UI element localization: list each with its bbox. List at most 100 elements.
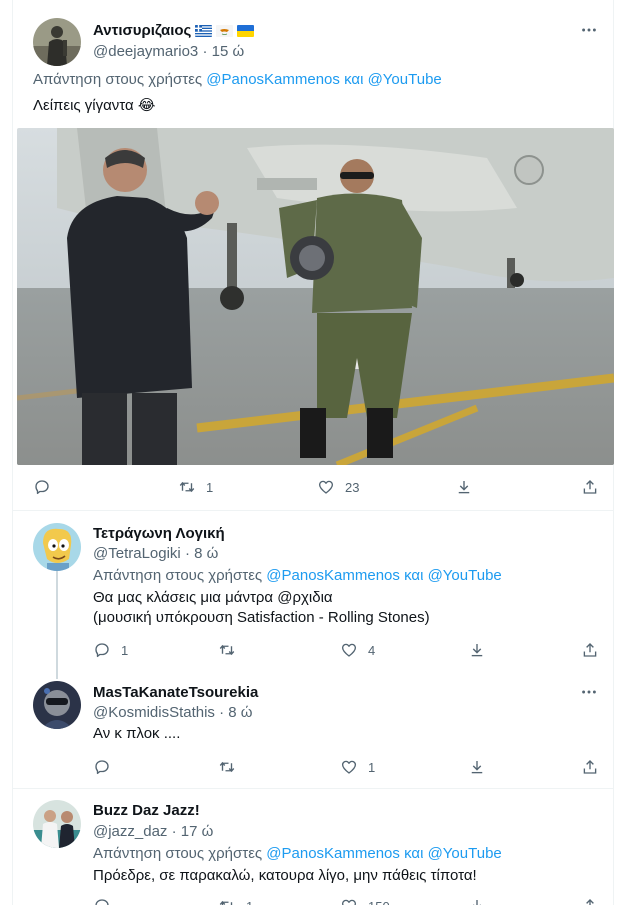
- timestamp[interactable]: 15 ώ: [212, 43, 245, 60]
- display-name-row: MasTaKanateTsourekia: [93, 684, 258, 701]
- timestamp[interactable]: 8 ώ: [194, 545, 218, 562]
- download-icon: [458, 481, 470, 494]
- download-button[interactable]: [455, 478, 473, 496]
- handle-row: @jazz_daz · 17 ώ: [93, 823, 213, 840]
- reply-button[interactable]: [93, 897, 121, 905]
- retweet-button[interactable]: 1: [218, 897, 253, 905]
- mention-link[interactable]: @YouTube: [428, 845, 502, 862]
- share-icon: [583, 480, 597, 494]
- timestamp[interactable]: 17 ώ: [181, 823, 214, 840]
- timestamp[interactable]: 8 ώ: [228, 704, 252, 721]
- download-icon: [473, 900, 481, 905]
- handle-row: @deejaymario3 · 15 ώ: [93, 43, 244, 60]
- like-button[interactable]: 4: [340, 641, 375, 659]
- mention-link[interactable]: @PanosKammenos: [206, 71, 340, 88]
- retweet-button[interactable]: [218, 758, 246, 776]
- share-icon: [583, 643, 597, 657]
- download-button[interactable]: [468, 641, 486, 659]
- retweet-icon: [219, 900, 233, 905]
- reply-prefix: Απάντηση στους χρήστες: [93, 567, 263, 584]
- tweet-text-line-1: Θα μας κλάσεις μια μάντρα @ρχιδια: [93, 589, 333, 606]
- more-options-icon[interactable]: [579, 682, 599, 702]
- reply-and[interactable]: και: [404, 567, 423, 584]
- display-name[interactable]: MasTaKanateTsourekia: [93, 684, 258, 701]
- tweet-2[interactable]: Τετράγωνη Λογική @TetraLogiki · 8 ώ Απάν…: [13, 511, 613, 679]
- share-button[interactable]: [581, 478, 599, 496]
- separator: ·: [184, 545, 190, 562]
- display-name[interactable]: Τετράγωνη Λογική: [93, 525, 225, 542]
- like-button[interactable]: 150: [340, 897, 390, 905]
- heart-icon: [341, 760, 357, 774]
- heart-icon: [318, 480, 334, 494]
- share-icon: [586, 899, 594, 905]
- like-count: 150: [368, 899, 390, 905]
- reply-context: Απάντηση στους χρήστες @PanosKammenos κα…: [33, 71, 442, 88]
- tweet-text: Λείπεις γίγαντα 😂: [33, 97, 156, 114]
- handle-row: @TetraLogiki · 8 ώ: [93, 545, 218, 562]
- separator: ·: [219, 704, 225, 721]
- retweet-count: 1: [206, 479, 214, 495]
- avatar[interactable]: [33, 18, 81, 66]
- reply-prefix: Απάντηση στους χρήστες: [93, 845, 263, 862]
- avatar[interactable]: [33, 681, 81, 729]
- share-button[interactable]: [581, 897, 599, 905]
- tweet-1[interactable]: Αντισυριζαιος @deejaymario3 · 15 ώ Απάντ…: [13, 0, 614, 512]
- reply-button[interactable]: [93, 758, 121, 776]
- retweet-icon: [219, 761, 235, 773]
- thread-line: [56, 569, 58, 679]
- display-name-row: Τετράγωνη Λογική: [93, 525, 225, 542]
- display-name[interactable]: Αντισυριζαιος: [93, 22, 191, 39]
- heart-icon: [341, 899, 357, 905]
- greece-flag-icon: [195, 24, 213, 37]
- more-options-icon[interactable]: [579, 20, 599, 40]
- reply-and[interactable]: και: [404, 845, 423, 862]
- comment-icon: [35, 480, 49, 495]
- display-name[interactable]: Buzz Daz Jazz!: [93, 802, 200, 819]
- retweet-icon: [179, 481, 195, 493]
- heart-icon: [341, 643, 357, 657]
- like-button[interactable]: 23: [317, 478, 359, 496]
- tweet-photo[interactable]: [17, 128, 614, 465]
- like-count: 4: [368, 642, 376, 658]
- reply-button[interactable]: 1: [93, 641, 128, 659]
- tweet-text: Αν κ πλοκ ....: [93, 725, 181, 742]
- separator: ·: [202, 43, 208, 60]
- handle[interactable]: @TetraLogiki: [93, 545, 181, 562]
- tweet-text-line-2: (μουσική υπόκρουση Satisfaction - Rollin…: [93, 609, 430, 626]
- mention-link[interactable]: @YouTube: [368, 71, 442, 88]
- download-icon: [471, 761, 483, 774]
- mention-link[interactable]: @PanosKammenos: [266, 567, 400, 584]
- reply-and[interactable]: και: [344, 71, 363, 88]
- handle[interactable]: @jazz_daz: [93, 823, 167, 840]
- mention-link[interactable]: @PanosKammenos: [266, 845, 400, 862]
- reply-button[interactable]: [33, 478, 61, 496]
- avatar[interactable]: [33, 523, 81, 571]
- tweet-4[interactable]: Buzz Daz Jazz! @jazz_daz · 17 ώ Απάντηση…: [13, 789, 613, 905]
- comment-icon: [95, 643, 109, 658]
- download-icon: [471, 644, 483, 657]
- retweet-count: 1: [246, 899, 253, 905]
- display-name-row: Αντισυριζαιος: [93, 22, 255, 39]
- display-name-row: Buzz Daz Jazz!: [93, 802, 200, 819]
- download-button[interactable]: [468, 758, 486, 776]
- retweet-button[interactable]: [218, 641, 246, 659]
- download-button[interactable]: [468, 897, 486, 905]
- cyprus-flag-icon: [216, 24, 234, 37]
- like-button[interactable]: 1: [340, 758, 375, 776]
- comment-icon: [95, 899, 109, 905]
- avatar[interactable]: [33, 800, 81, 848]
- mention-link[interactable]: @YouTube: [428, 567, 502, 584]
- like-count: 23: [345, 479, 360, 495]
- reply-context: Απάντηση στους χρήστες @PanosKammenos κα…: [93, 567, 502, 584]
- handle-row: @KosmidisStathis · 8 ώ: [93, 704, 253, 721]
- tweet-actions: 1 23: [33, 478, 597, 498]
- share-button[interactable]: [581, 641, 599, 659]
- tweet-3[interactable]: MasTaKanateTsourekia @KosmidisStathis · …: [13, 671, 613, 788]
- share-button[interactable]: [581, 758, 599, 776]
- retweet-button[interactable]: 1: [178, 478, 213, 496]
- handle[interactable]: @deejaymario3: [93, 43, 198, 60]
- reply-count: 1: [121, 642, 129, 658]
- separator: ·: [171, 823, 177, 840]
- reply-prefix: Απάντηση στους χρήστες: [33, 71, 203, 88]
- handle[interactable]: @KosmidisStathis: [93, 704, 215, 721]
